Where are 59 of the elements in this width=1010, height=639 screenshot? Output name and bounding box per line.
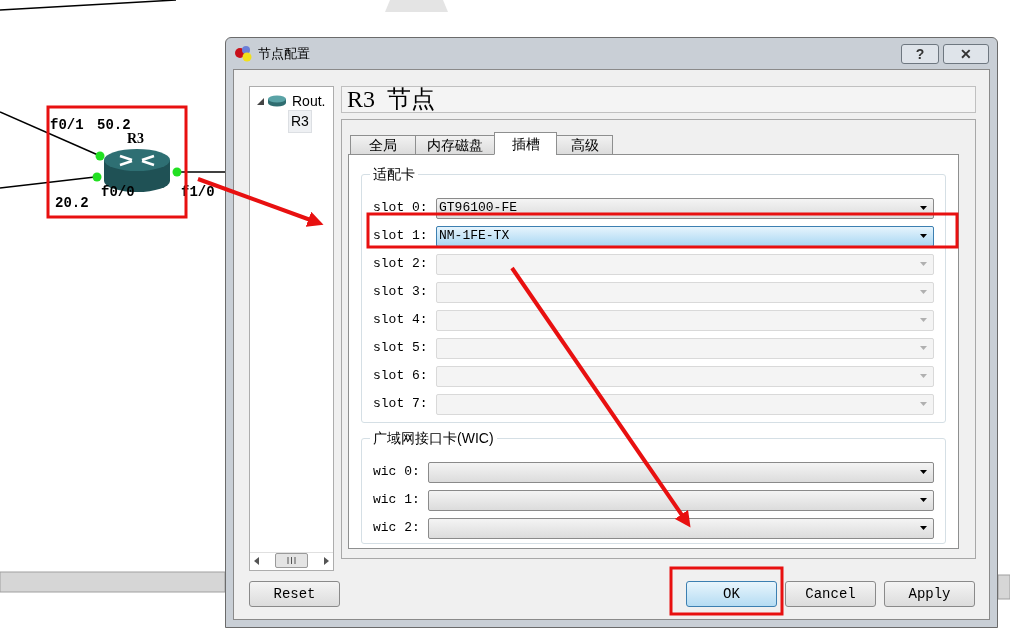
port-dot	[172, 167, 182, 177]
caret-icon	[920, 470, 927, 474]
slot-label: wic 0:	[373, 463, 421, 482]
scroll-right-icon[interactable]	[324, 556, 329, 565]
tab[interactable]: 全局	[350, 135, 416, 155]
slot-label: slot 4:	[373, 311, 429, 330]
caret-icon	[920, 290, 927, 294]
caret-icon	[920, 206, 927, 210]
tab[interactable]: 插槽	[494, 132, 557, 155]
dialog-button[interactable]: Reset	[249, 581, 340, 607]
port-dot	[92, 172, 102, 182]
dialog-button[interactable]: Apply	[884, 581, 975, 607]
window-title: 节点配置	[258, 44, 310, 63]
window-edge	[997, 574, 1010, 600]
scroll-left-icon[interactable]	[254, 556, 259, 565]
group-title: 广域网接口卡(WIC)	[370, 430, 497, 447]
dialog-button[interactable]: OK	[686, 581, 777, 607]
tree-item[interactable]: R3	[288, 109, 312, 133]
address-label: 50.2	[97, 118, 131, 132]
tree-item[interactable]: Rout.	[290, 90, 328, 112]
port-dot	[95, 151, 105, 161]
slot-label: slot 5:	[373, 339, 429, 358]
slot-label: wic 1:	[373, 491, 421, 510]
caret-icon	[920, 526, 927, 530]
node-name: R3	[127, 132, 145, 146]
caret-icon	[920, 234, 927, 238]
dropdown[interactable]	[428, 489, 934, 511]
node-shape	[385, 0, 448, 12]
slot-label: slot 6:	[373, 367, 429, 386]
scrollbar-thumb[interactable]	[275, 553, 308, 568]
caret-icon	[920, 318, 927, 322]
caret-icon	[920, 402, 927, 406]
tab[interactable]: 内存磁盘	[415, 135, 495, 155]
close-button[interactable]: ✕	[943, 43, 989, 64]
expander-icon[interactable]	[256, 97, 264, 105]
address-label: 20.2	[55, 196, 89, 210]
caret-icon	[920, 498, 927, 502]
port-label: f0/0	[101, 185, 135, 199]
port-label: f0/1	[50, 118, 84, 132]
help-button[interactable]: ?	[901, 43, 939, 64]
caret-icon	[920, 374, 927, 378]
group-title: 适配卡	[370, 166, 418, 183]
dropdown[interactable]	[428, 517, 934, 539]
router-icon	[267, 95, 287, 107]
slot-label: slot 3:	[373, 283, 429, 302]
dropdown[interactable]	[428, 461, 934, 483]
caret-icon	[920, 262, 927, 266]
link-line	[179, 171, 226, 173]
slot-label: wic 2:	[373, 519, 421, 538]
caret-icon	[920, 346, 927, 350]
dialog-button[interactable]: Cancel	[785, 581, 876, 607]
slot-label: slot 2:	[373, 255, 429, 274]
slot-label: slot 0:	[373, 199, 429, 218]
page-header: R3 节点	[341, 86, 976, 113]
app-icon	[234, 44, 254, 63]
tab[interactable]: 高级	[556, 135, 613, 155]
slot-label: slot 1:	[373, 227, 429, 246]
slot-label: slot 7:	[373, 395, 429, 414]
dropdown[interactable]: NM-1FE-TX	[436, 225, 934, 247]
